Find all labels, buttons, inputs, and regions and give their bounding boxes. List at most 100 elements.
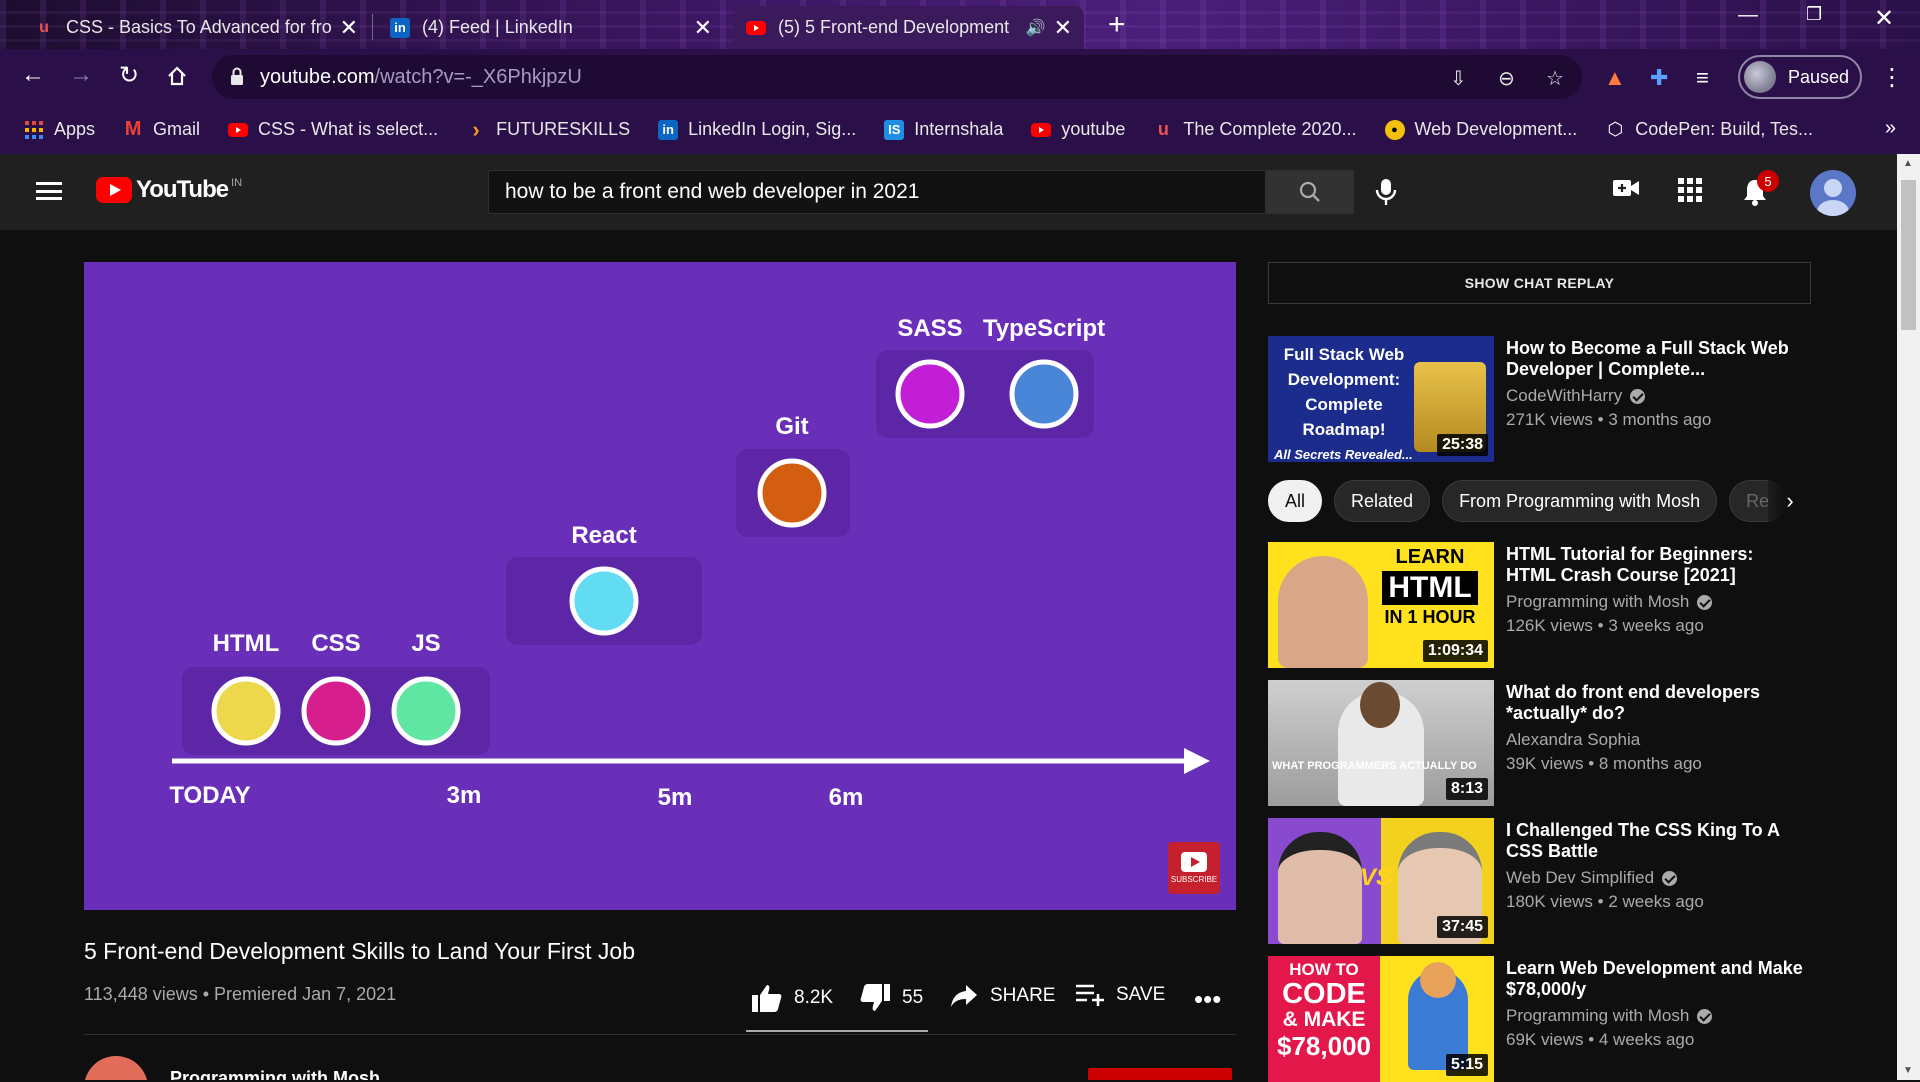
axis-3m: 3m xyxy=(446,782,482,809)
bookmark-codepen[interactable]: ⬡ CodePen: Build, Tes... xyxy=(1605,119,1813,140)
tab-linkedin[interactable]: in (4) Feed | LinkedIn ✕ xyxy=(378,6,724,49)
recommended-title[interactable]: What do front end developers *actually* … xyxy=(1506,682,1806,724)
profile-button[interactable]: Paused xyxy=(1738,55,1862,99)
youtube-logo[interactable]: YouTube IN xyxy=(96,176,242,204)
bookmark-star-icon[interactable]: ☆ xyxy=(1546,66,1564,91)
recommended-channel[interactable]: Programming with Mosh xyxy=(1506,1006,1713,1026)
notification-count-badge: 5 xyxy=(1757,170,1779,192)
thumbnail-person xyxy=(1278,832,1362,944)
recommended-video[interactable]: HOW TO CODE & MAKE $78,000 5:15 Learn We… xyxy=(1268,956,1868,1082)
recommended-channel[interactable]: Programming with Mosh xyxy=(1506,592,1713,612)
close-tab-icon[interactable]: ✕ xyxy=(340,15,358,41)
search-input[interactable]: how to be a front end web developer in 2… xyxy=(488,170,1266,214)
channel-name[interactable]: Programming with Mosh xyxy=(170,1068,380,1080)
video-thumbnail[interactable]: LEARN HTML IN 1 HOUR 1:09:34 xyxy=(1268,542,1494,668)
mic-icon[interactable] xyxy=(1374,178,1398,206)
save-button[interactable]: SAVE xyxy=(1076,984,1165,1006)
zoom-icon[interactable]: ⊖ xyxy=(1498,66,1515,91)
lock-icon[interactable] xyxy=(230,67,244,85)
chip-from-channel[interactable]: From Programming with Mosh xyxy=(1442,480,1718,522)
video-player[interactable]: HTML CSS JS React Git SASS TypeScript TO… xyxy=(84,262,1236,910)
reload-icon[interactable]: ↻ xyxy=(114,61,144,90)
axis-6m: 6m xyxy=(828,784,864,811)
new-tab-button[interactable]: + xyxy=(1108,8,1126,42)
window-close-icon[interactable]: ✕ xyxy=(1874,4,1894,33)
bookmark-complete-2020[interactable]: u The Complete 2020... xyxy=(1153,119,1357,140)
duration-badge: 8:13 xyxy=(1445,778,1488,800)
apps-icon[interactable] xyxy=(1678,178,1702,202)
page-scrollbar[interactable]: ▲ ▼ xyxy=(1897,154,1920,1080)
back-icon[interactable]: ← xyxy=(18,61,48,89)
bookmark-css-select[interactable]: CSS - What is select... xyxy=(228,119,438,140)
recommended-channel[interactable]: CodeWithHarry xyxy=(1506,386,1646,406)
recommended-title[interactable]: Learn Web Development and Make $78,000/y xyxy=(1506,958,1806,1000)
bookmark-gmail[interactable]: M Gmail xyxy=(123,118,200,140)
restore-icon[interactable]: ❐ xyxy=(1806,4,1822,25)
minimize-icon[interactable]: — xyxy=(1738,4,1758,27)
recommended-title[interactable]: How to Become a Full Stack Web Developer… xyxy=(1506,338,1806,380)
tab-youtube[interactable]: (5) 5 Front-end Development 🔊 ✕ xyxy=(734,6,1084,49)
more-actions-icon[interactable]: ••• xyxy=(1194,984,1221,1015)
recommended-video[interactable]: LEARN HTML IN 1 HOUR 1:09:34 HTML Tutori… xyxy=(1268,542,1868,668)
channel-avatar[interactable] xyxy=(84,1056,148,1080)
close-tab-icon[interactable]: ✕ xyxy=(1054,15,1072,41)
subscribe-button[interactable] xyxy=(1088,1068,1232,1080)
bookmark-futureskills[interactable]: › FUTURESKILLS xyxy=(466,117,630,142)
video-thumbnail[interactable]: HOW TO CODE & MAKE $78,000 5:15 xyxy=(1268,956,1494,1082)
url-text[interactable]: youtube.com/watch?v=-_X6PhkjpzU xyxy=(260,66,582,89)
duration-badge: 25:38 xyxy=(1437,434,1488,456)
show-chat-replay-button[interactable]: SHOW CHAT REPLAY xyxy=(1268,262,1811,304)
browser-menu-icon[interactable]: ⋮ xyxy=(1880,63,1904,92)
bookmarks-overflow-icon[interactable]: » xyxy=(1885,117,1896,140)
recommended-video[interactable]: WHAT PROGRAMMERS ACTUALLY DO 8:13 What d… xyxy=(1268,680,1868,806)
like-button[interactable]: 8.2K xyxy=(752,984,833,1012)
share-button[interactable]: SHARE xyxy=(950,984,1055,1008)
account-avatar[interactable] xyxy=(1810,170,1856,216)
recommended-video[interactable]: Full Stack Web Development: Complete Roa… xyxy=(1268,336,1868,462)
scrollbar-thumb[interactable] xyxy=(1901,180,1916,330)
subscribe-play-icon xyxy=(1181,852,1207,872)
recommended-channel[interactable]: Alexandra Sophia xyxy=(1506,730,1640,750)
close-tab-icon[interactable]: ✕ xyxy=(694,15,712,41)
search-button[interactable] xyxy=(1266,170,1354,214)
tab-css-course[interactable]: u CSS - Basics To Advanced for fron ✕ xyxy=(22,6,370,49)
recommended-video[interactable]: VS 37:45 I Challenged The CSS King To A … xyxy=(1268,818,1868,944)
dislike-button[interactable]: 55 xyxy=(860,984,923,1012)
bookmark-apps[interactable]: Apps xyxy=(24,119,95,140)
video-thumbnail[interactable]: Full Stack Web Development: Complete Roa… xyxy=(1268,336,1494,462)
duration-badge: 1:09:34 xyxy=(1422,640,1488,662)
chip-related[interactable]: Related xyxy=(1334,480,1431,522)
hamburger-menu-icon[interactable] xyxy=(36,182,62,200)
recommended-title[interactable]: I Challenged The CSS King To A CSS Battl… xyxy=(1506,820,1806,862)
add-to-playlist-icon xyxy=(1076,984,1104,1006)
thumbs-down-icon xyxy=(860,984,890,1011)
subscribe-watermark[interactable]: SUBSCRIBE xyxy=(1168,842,1220,894)
chevron-right-icon[interactable]: › xyxy=(1768,480,1812,522)
tab-audio-icon[interactable]: 🔊 xyxy=(1026,18,1046,38)
video-thumbnail[interactable]: WHAT PROGRAMMERS ACTUALLY DO 8:13 xyxy=(1268,680,1494,806)
dot-git xyxy=(757,458,827,528)
forward-icon[interactable]: → xyxy=(66,61,96,89)
chip-all[interactable]: All xyxy=(1268,480,1323,522)
recommended-title[interactable]: HTML Tutorial for Beginners: HTML Crash … xyxy=(1506,544,1806,586)
address-bar[interactable]: youtube.com/watch?v=-_X6PhkjpzU ⇩ ⊖ ☆ xyxy=(212,55,1582,99)
youtube-play-icon xyxy=(96,177,132,203)
recommended-meta: 180K views • 2 weeks ago xyxy=(1506,892,1704,911)
home-icon[interactable] xyxy=(162,61,192,94)
duration-badge: 37:45 xyxy=(1437,916,1488,938)
bookmark-internshala[interactable]: IS Internshala xyxy=(884,119,1003,140)
create-video-icon[interactable] xyxy=(1613,178,1639,198)
extension-rocket-icon[interactable]: ▲ xyxy=(1604,65,1626,91)
bookmark-youtube[interactable]: youtube xyxy=(1031,119,1125,140)
recommended-channel[interactable]: Web Dev Simplified xyxy=(1506,868,1678,888)
bookmark-web-development[interactable]: ● Web Development... xyxy=(1384,119,1577,140)
youtube-icon xyxy=(746,18,766,38)
install-app-icon[interactable]: ⇩ xyxy=(1450,66,1467,91)
bookmark-linkedin[interactable]: in LinkedIn Login, Sig... xyxy=(658,119,856,140)
scroll-up-icon[interactable]: ▲ xyxy=(1903,158,1913,169)
extensions-puzzle-icon[interactable]: ✚ xyxy=(1650,65,1668,91)
dot-css xyxy=(301,676,371,746)
video-thumbnail[interactable]: VS 37:45 xyxy=(1268,818,1494,944)
media-controls-icon[interactable]: ≡ xyxy=(1696,65,1709,91)
scroll-down-icon[interactable]: ▼ xyxy=(1903,1065,1913,1076)
